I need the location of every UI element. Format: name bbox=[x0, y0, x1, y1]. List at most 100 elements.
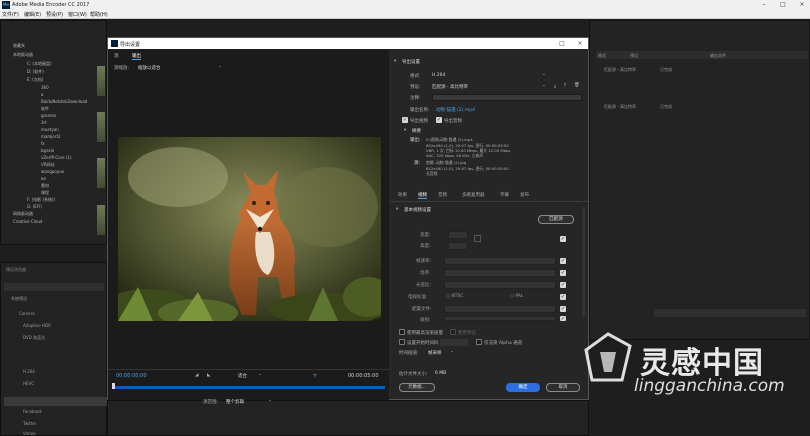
preset-item[interactable]: H.264 bbox=[23, 369, 35, 374]
tree-item[interactable]: C: (本地磁盘) bbox=[27, 61, 52, 67]
preset-dropdown[interactable]: 匹配源 - 高比特率 bbox=[432, 84, 468, 90]
tree-item[interactable]: fx bbox=[41, 141, 45, 146]
minimize-icon[interactable]: – bbox=[760, 1, 768, 9]
link-icon[interactable] bbox=[474, 235, 481, 242]
tree-item[interactable]: 3rt bbox=[41, 120, 47, 125]
maximize-icon[interactable]: □ bbox=[779, 1, 787, 9]
preset-item[interactable]: 系统预设 bbox=[11, 296, 27, 302]
media-thumbnail[interactable] bbox=[97, 205, 105, 235]
chevron-down-icon[interactable]: ⌄ bbox=[542, 83, 546, 88]
aspect-checkbox[interactable]: ✓ bbox=[560, 282, 566, 288]
frame-rate-dropdown[interactable] bbox=[444, 257, 556, 265]
tab-captions[interactable]: 字幕 bbox=[500, 192, 509, 198]
tv-standard-checkbox[interactable]: ✓ bbox=[560, 294, 566, 300]
chevron-down-icon[interactable]: ⌄ bbox=[450, 349, 454, 354]
frame-rate-checkbox[interactable]: ✓ bbox=[560, 258, 566, 264]
preset-item[interactable]: Vimeo bbox=[23, 431, 36, 436]
source-range-dropdown[interactable]: 整个剪辑 bbox=[226, 399, 244, 405]
tree-item[interactable]: mamjort2 bbox=[41, 134, 61, 139]
start-timecode-input[interactable] bbox=[440, 339, 468, 346]
size-match-checkbox[interactable]: ✓ bbox=[560, 236, 566, 242]
menu-help[interactable]: 帮助(H) bbox=[90, 11, 108, 18]
height-input[interactable] bbox=[448, 242, 468, 250]
profile-dropdown[interactable] bbox=[444, 305, 556, 313]
tree-item[interactable]: BaiduNetdiskDownload bbox=[41, 99, 87, 104]
chevron-down-icon[interactable]: ⌄ bbox=[258, 372, 262, 377]
timecode-current[interactable]: 00:00:00:00 bbox=[116, 373, 147, 379]
preset-item[interactable]: HEVC bbox=[23, 381, 34, 386]
match-source-button[interactable]: 匹配源 bbox=[538, 215, 574, 224]
menu-preset[interactable]: 预设(P) bbox=[46, 11, 63, 18]
tree-item[interactable]: muetyan bbox=[41, 127, 59, 132]
browser-tab-local[interactable]: 本地驱动器 bbox=[13, 52, 33, 58]
width-input[interactable] bbox=[448, 231, 468, 239]
media-thumbnail[interactable] bbox=[97, 66, 105, 96]
fit-dropdown[interactable]: 适合 bbox=[238, 373, 247, 379]
export-video-checkbox[interactable]: ✓ bbox=[402, 117, 408, 123]
tree-item[interactable]: ae bbox=[41, 176, 46, 181]
tree-item[interactable]: wangpoyue bbox=[41, 169, 64, 174]
tree-item[interactable]: 软件 bbox=[41, 106, 49, 112]
comment-input[interactable] bbox=[432, 94, 582, 101]
aspect-dropdown[interactable] bbox=[444, 281, 556, 289]
tab-effects[interactable]: 效果 bbox=[398, 192, 407, 198]
close-icon[interactable]: × bbox=[798, 1, 806, 9]
preset-search-input[interactable] bbox=[4, 283, 104, 291]
dialog-maximize-icon[interactable]: □ bbox=[558, 40, 566, 47]
preset-item-selected[interactable] bbox=[4, 397, 108, 406]
preset-item[interactable]: Facebook bbox=[23, 409, 42, 414]
tab-source[interactable]: 源 bbox=[114, 53, 119, 59]
tab-video[interactable]: 视频 bbox=[418, 192, 427, 199]
queue-preset[interactable]: 匹配源 - 高比特率 bbox=[604, 104, 636, 110]
media-thumbnail[interactable] bbox=[97, 158, 105, 188]
tab-audio[interactable]: 音频 bbox=[438, 192, 447, 198]
tab-publish[interactable]: 发布 bbox=[520, 192, 529, 198]
chevron-down-icon[interactable]: ⌄ bbox=[268, 398, 272, 403]
max-render-quality-checkbox[interactable] bbox=[399, 329, 405, 335]
preset-item[interactable]: DVD 和蓝光 bbox=[23, 335, 45, 341]
menu-edit[interactable]: 编辑(E) bbox=[24, 11, 41, 18]
profile-checkbox[interactable]: ✓ bbox=[560, 306, 566, 312]
settings-scrollbar[interactable] bbox=[582, 207, 585, 317]
save-preset-icon[interactable]: ⤓ bbox=[554, 83, 556, 89]
format-dropdown[interactable]: H.264 bbox=[432, 73, 445, 78]
level-checkbox[interactable]: ✓ bbox=[560, 316, 566, 322]
timeline-scrubber[interactable] bbox=[113, 386, 385, 389]
delete-preset-icon[interactable]: 🗑 bbox=[574, 83, 580, 88]
pal-radio[interactable]: ○ PAL bbox=[510, 294, 523, 299]
tree-item[interactable]: 网络驱动器 bbox=[13, 211, 33, 217]
tree-item[interactable]: D: (软件) bbox=[27, 69, 44, 75]
tab-multiplexer[interactable]: 多路复用器 bbox=[462, 192, 485, 198]
level-dropdown[interactable] bbox=[444, 316, 556, 321]
queue-preset[interactable]: 匹配源 - 高比特率 bbox=[604, 67, 636, 73]
field-order-dropdown[interactable] bbox=[444, 269, 556, 277]
import-preset-icon[interactable]: ⤒ bbox=[564, 83, 566, 89]
tree-item[interactable]: F: (电影 (系统)) bbox=[27, 197, 55, 203]
output-name-link[interactable]: 动物-猫遇 (2).mp4 bbox=[436, 107, 475, 113]
tree-item[interactable]: a bbox=[41, 92, 43, 97]
ntsc-radio[interactable]: ○ NTSC bbox=[446, 294, 463, 299]
tree-item[interactable]: Creative Cloud bbox=[13, 219, 42, 224]
tree-item[interactable]: granms bbox=[41, 113, 56, 118]
menu-window[interactable]: 窗口(W) bbox=[68, 11, 87, 18]
export-audio-checkbox[interactable]: ✓ bbox=[436, 117, 442, 123]
tree-item[interactable]: 课程 bbox=[41, 190, 49, 196]
preset-item[interactable]: Adaptive HDR bbox=[23, 323, 51, 328]
use-preview-checkbox[interactable] bbox=[450, 329, 456, 335]
source-scale-dropdown[interactable]: 缩放以适合 bbox=[138, 65, 161, 71]
browser-tab-favorites[interactable]: 收藏夹 bbox=[13, 43, 25, 49]
start-timecode-checkbox[interactable] bbox=[399, 339, 405, 345]
chevron-down-icon[interactable]: ▾ bbox=[404, 128, 406, 133]
playhead-handle[interactable] bbox=[112, 383, 115, 389]
tree-item[interactable]: E: (文档) bbox=[27, 77, 43, 83]
mark-out-icon[interactable]: ◣ bbox=[207, 373, 210, 378]
cancel-button[interactable]: 取消 bbox=[546, 383, 580, 392]
preset-item[interactable]: Camera bbox=[19, 311, 35, 316]
time-interpolation-dropdown[interactable]: 帧采样 bbox=[428, 350, 442, 356]
tab-output[interactable]: 输出 bbox=[132, 53, 141, 60]
chevron-down-icon[interactable]: ⌄ bbox=[218, 64, 222, 69]
field-order-checkbox[interactable]: ✓ bbox=[560, 270, 566, 276]
tree-item[interactable]: VR网站 bbox=[41, 162, 55, 168]
tree-item[interactable]: 360 bbox=[41, 85, 49, 90]
media-thumbnail[interactable] bbox=[97, 112, 105, 142]
